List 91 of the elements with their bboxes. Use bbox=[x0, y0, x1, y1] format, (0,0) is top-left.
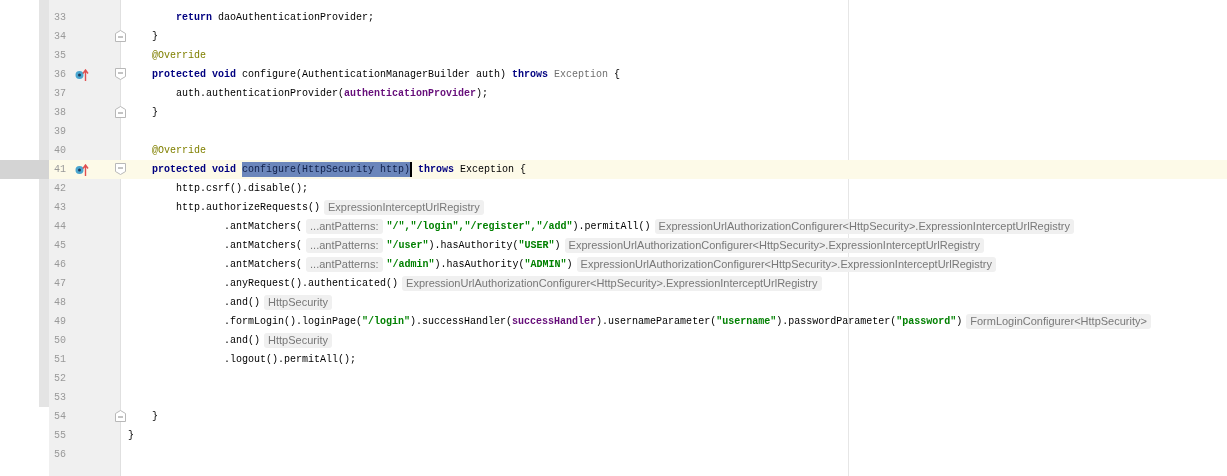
inlay-hint: ExpressionUrlAuthorizationConfigurer<HttpSecurity>.ExpressionInterceptUrlRegistry bbox=[402, 276, 822, 291]
code-text: } bbox=[128, 429, 134, 443]
code-text: ).hasAuthority( bbox=[428, 239, 519, 253]
line-number: 43 bbox=[54, 201, 67, 215]
line-number: 54 bbox=[54, 410, 67, 424]
code-text: ) bbox=[554, 239, 561, 253]
string-literal: "password" bbox=[896, 315, 957, 329]
code-text: .formLogin().loginPage( bbox=[223, 315, 363, 329]
line-number: 34 bbox=[54, 30, 67, 44]
line-number: 51 bbox=[54, 353, 67, 367]
code-text: ).hasAuthority( bbox=[434, 258, 525, 272]
string-literal: "USER" bbox=[518, 239, 555, 253]
code-text: configure(AuthenticationManagerBuilder auth) bbox=[242, 68, 508, 82]
code-text: ).passwordParameter( bbox=[776, 315, 897, 329]
inlay-hint: ...antPatterns: bbox=[306, 238, 383, 253]
keyword: protected void bbox=[151, 68, 238, 82]
line-number: 39 bbox=[54, 125, 67, 139]
code-text: http.authorizeRequests() bbox=[175, 201, 321, 215]
code-text: ).successHandler( bbox=[410, 315, 513, 329]
code-text: .antMatchers( bbox=[223, 258, 303, 272]
line-number: 48 bbox=[54, 296, 67, 310]
annotation: @Override bbox=[151, 144, 206, 158]
code-text: ).permitAll() bbox=[572, 220, 651, 234]
code-text: } bbox=[151, 106, 158, 120]
inlay-hint: HttpSecurity bbox=[264, 295, 332, 310]
inlay-hint: HttpSecurity bbox=[264, 333, 332, 348]
line-number: 45 bbox=[54, 239, 67, 253]
string-literal: "/admin" bbox=[386, 258, 435, 272]
code-text: .anyRequest().authenticated() bbox=[223, 277, 399, 291]
string-literal: "/","/login","/register","/add" bbox=[386, 220, 573, 234]
line-number: 46 bbox=[54, 258, 67, 272]
string-literal: "ADMIN" bbox=[524, 258, 567, 272]
code-text: ) bbox=[566, 258, 573, 272]
line-number: 35 bbox=[54, 49, 67, 63]
selected-text: configure(HttpSecurity http) bbox=[242, 162, 411, 177]
code-text: .logout().permitAll(); bbox=[223, 353, 357, 367]
line-number: 55 bbox=[54, 429, 67, 443]
text-cursor bbox=[410, 162, 413, 177]
override-icon[interactable] bbox=[75, 163, 89, 176]
line-number: 38 bbox=[54, 106, 67, 120]
code-text: ) bbox=[956, 315, 963, 329]
code-text: ).usernameParameter( bbox=[596, 315, 717, 329]
type-name: Exception bbox=[554, 68, 609, 82]
keyword: throws bbox=[417, 163, 456, 177]
line-number: 56 bbox=[54, 448, 67, 462]
inlay-hint: FormLoginConfigurer<HttpSecurity> bbox=[966, 314, 1151, 329]
string-literal: "/user" bbox=[386, 239, 429, 253]
line-number: 42 bbox=[54, 182, 67, 196]
inlay-hint: ...antPatterns: bbox=[306, 219, 383, 234]
fold-icon[interactable] bbox=[115, 106, 126, 118]
line-number: 52 bbox=[54, 372, 67, 386]
string-literal: "username" bbox=[716, 315, 777, 329]
code-text: http.csrf().disable(); bbox=[175, 182, 309, 196]
inlay-hint: ExpressionInterceptUrlRegistry bbox=[324, 200, 484, 215]
field-reference: authenticationProvider bbox=[344, 87, 477, 101]
code-text: } bbox=[151, 410, 158, 424]
fold-icon[interactable] bbox=[115, 410, 126, 422]
line-number: 36 bbox=[54, 68, 67, 82]
code-text: .and() bbox=[223, 334, 261, 348]
inlay-hint: ExpressionUrlAuthorizationConfigurer<HttpSecurity>.ExpressionInterceptUrlRegistry bbox=[564, 238, 985, 253]
line-number: 37 bbox=[54, 87, 67, 101]
code-text: daoAuthenticationProvider; bbox=[218, 11, 375, 25]
code-text: ); bbox=[476, 87, 489, 101]
inlay-hint: ExpressionUrlAuthorizationConfigurer<HttpSecurity>.ExpressionInterceptUrlRegistry bbox=[654, 219, 1074, 234]
line-number: 50 bbox=[54, 334, 67, 348]
code-text: auth.authenticationProvider( bbox=[175, 87, 345, 101]
keyword: return bbox=[175, 11, 213, 25]
string-literal: "/login" bbox=[362, 315, 411, 329]
line-number: 40 bbox=[54, 144, 67, 158]
line-number: 41 bbox=[54, 163, 67, 177]
code-text: .antMatchers( bbox=[223, 220, 303, 234]
override-icon[interactable] bbox=[75, 68, 89, 81]
code-text: } bbox=[151, 30, 158, 44]
field-reference: successHandler bbox=[512, 315, 597, 329]
line-number: 47 bbox=[54, 277, 67, 291]
line-number: 44 bbox=[54, 220, 67, 234]
line-number: 33 bbox=[54, 11, 67, 25]
line-number: 53 bbox=[54, 391, 67, 405]
code-text: Exception { bbox=[460, 163, 527, 177]
line-number: 49 bbox=[54, 315, 67, 329]
code-text: .and() bbox=[223, 296, 261, 310]
code-text: { bbox=[613, 68, 621, 82]
fold-icon[interactable] bbox=[115, 163, 126, 175]
keyword: protected void bbox=[151, 163, 238, 177]
inlay-hint: ExpressionUrlAuthorizationConfigurer<HttpSecurity>.ExpressionInterceptUrlRegistry bbox=[576, 257, 997, 272]
annotation: @Override bbox=[151, 49, 206, 63]
code-text: .antMatchers( bbox=[223, 239, 303, 253]
fold-icon[interactable] bbox=[115, 68, 126, 80]
keyword: throws bbox=[512, 68, 550, 82]
fold-icon[interactable] bbox=[115, 30, 126, 42]
inlay-hint: ...antPatterns: bbox=[306, 257, 383, 272]
